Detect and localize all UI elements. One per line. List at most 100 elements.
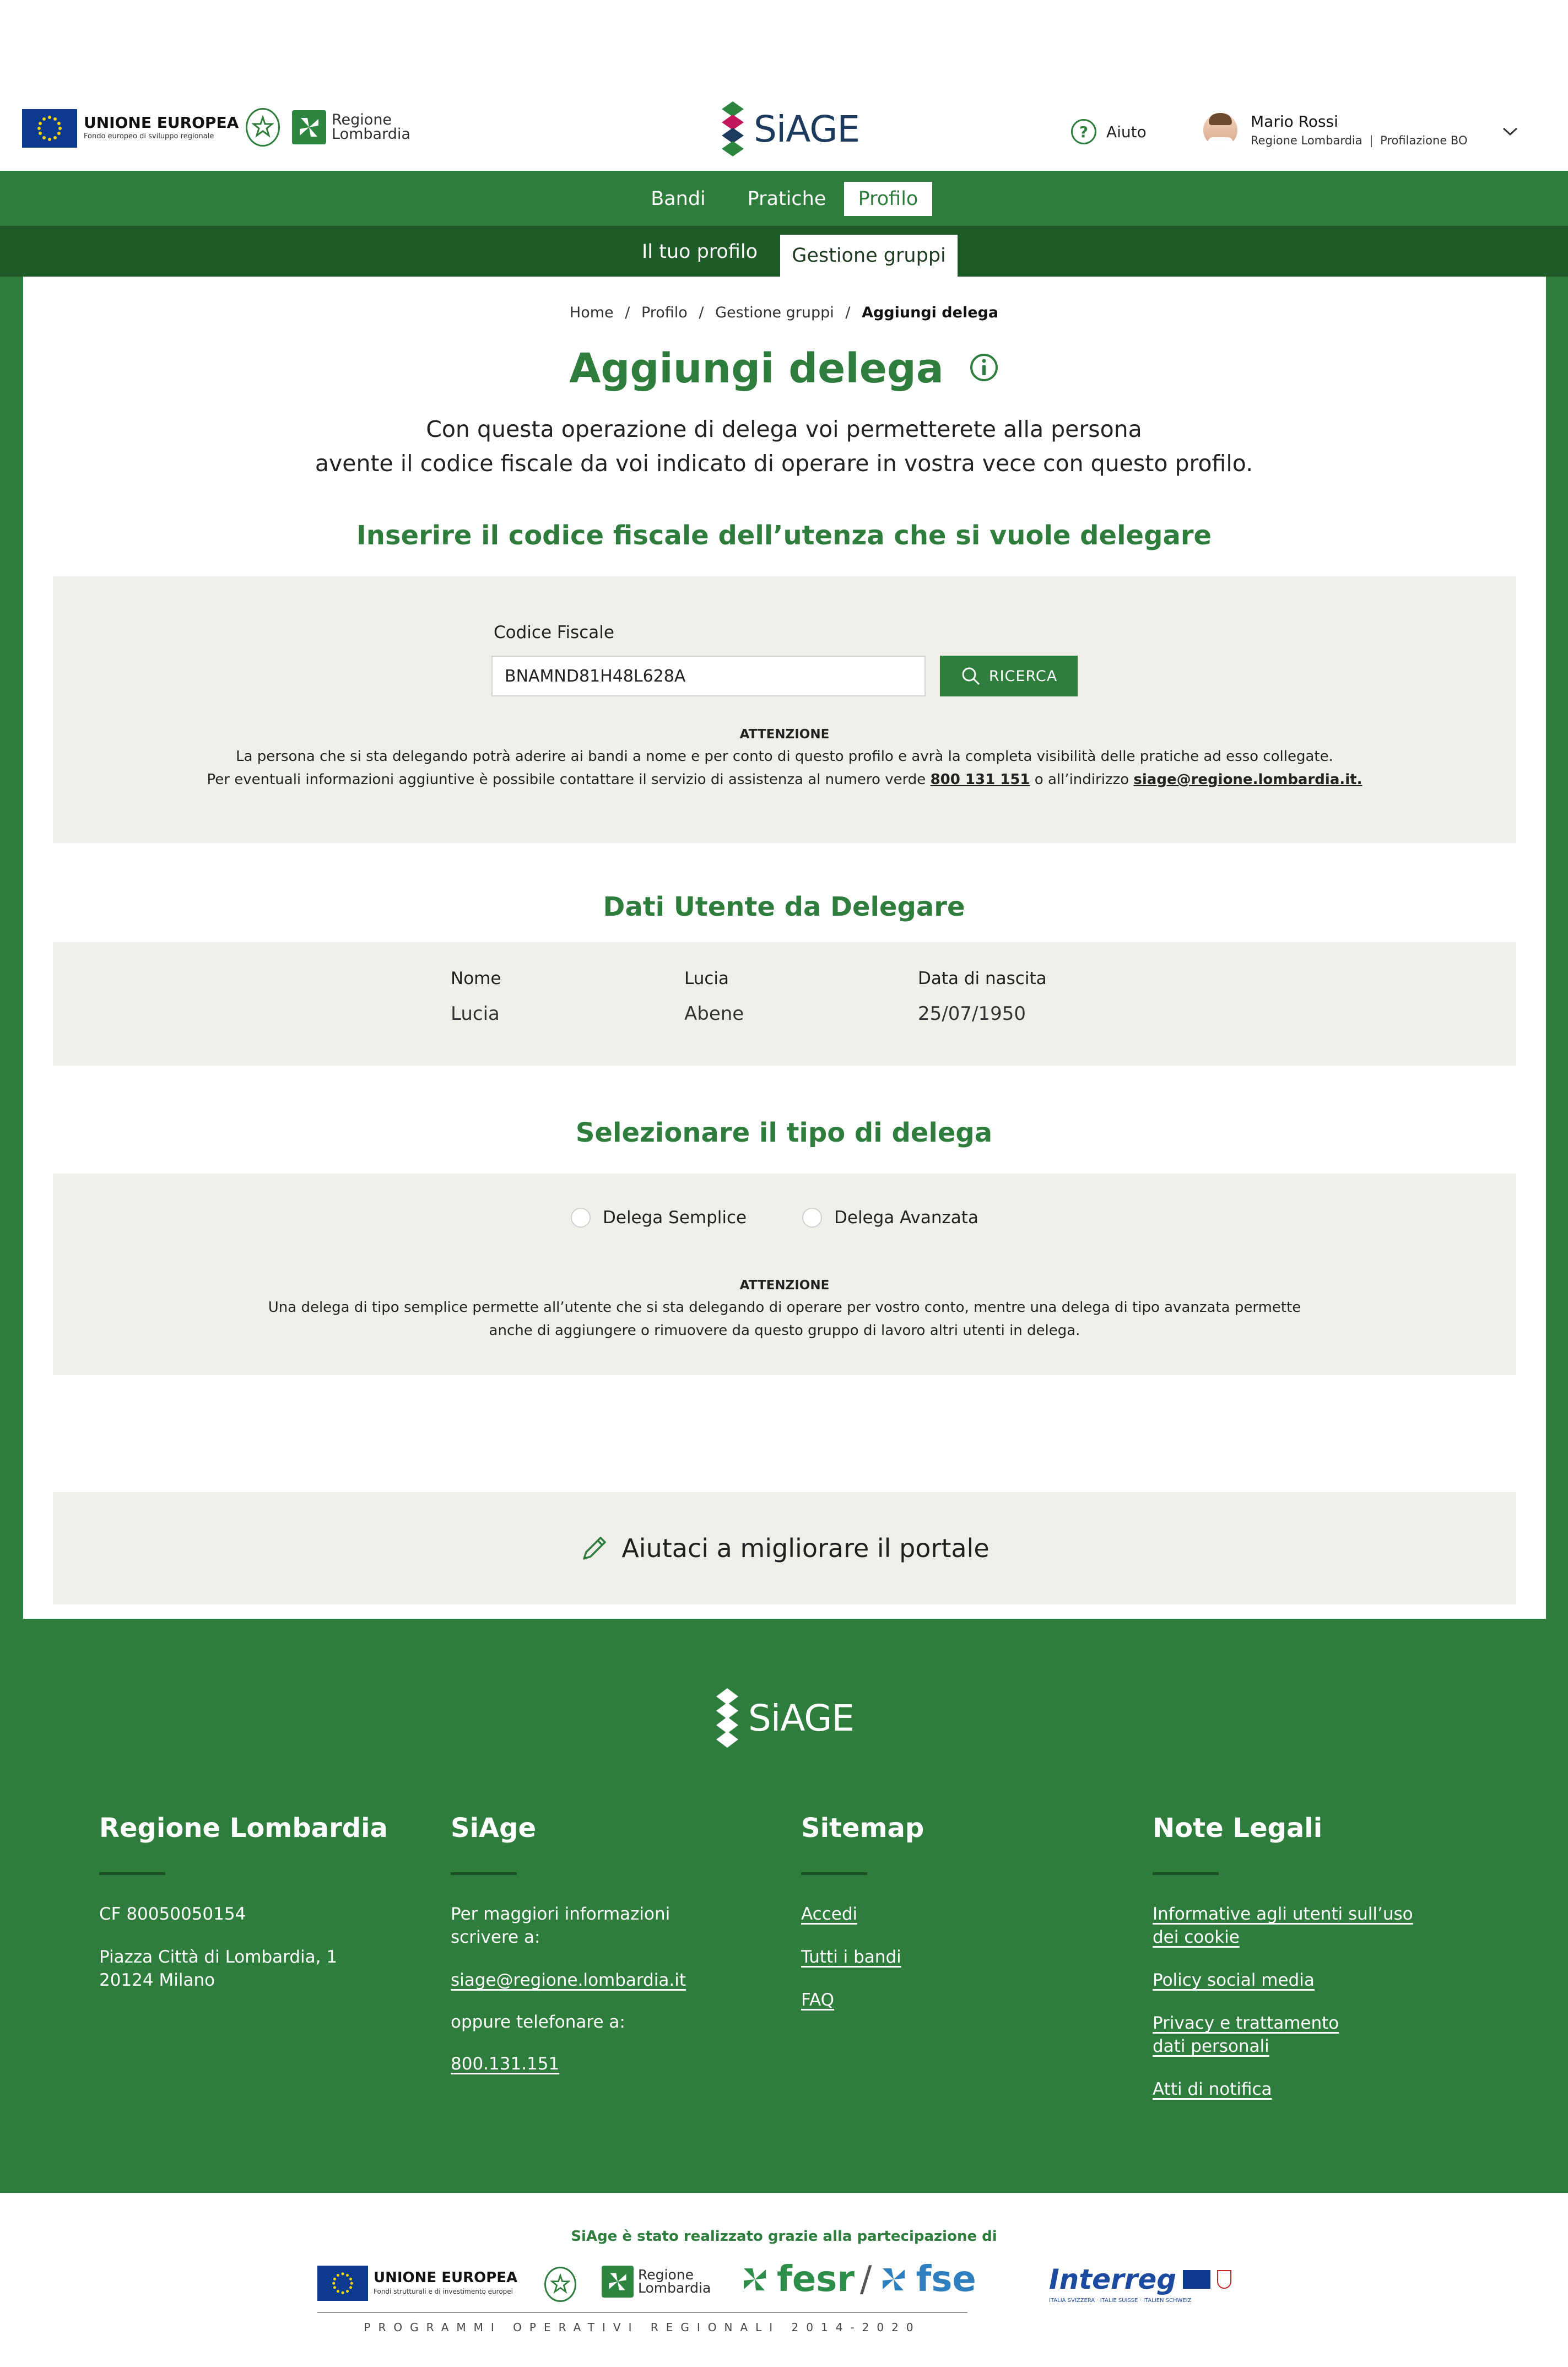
- radio-delega-semplice[interactable]: [571, 1208, 591, 1228]
- siage-logo[interactable]: SiAGE: [720, 101, 860, 156]
- shield-icon: [1217, 2270, 1232, 2289]
- footer-brand: SiAGE: [748, 1696, 855, 1739]
- footer-address1: Piazza Città di Lombardia, 1: [99, 1947, 338, 1967]
- footer-divider: [1153, 1872, 1219, 1875]
- frame-bottom: [0, 1619, 1568, 1642]
- breadcrumb-gestione[interactable]: Gestione gruppi: [715, 304, 834, 321]
- nav-bandi[interactable]: Bandi: [637, 182, 720, 216]
- footer-link-cookie-1[interactable]: Informative agli utenti sull’uso: [1153, 1903, 1461, 1926]
- footer-link-privacy-2[interactable]: dati personali: [1153, 2035, 1461, 2058]
- eu-flag-icon: [22, 109, 77, 148]
- fesr-slash: /: [859, 2259, 872, 2300]
- help-link[interactable]: ? Aiuto: [1071, 119, 1147, 144]
- breadcrumb: Home / Profilo / Gestione gruppi / Aggiu…: [569, 304, 999, 321]
- user-menu[interactable]: Mario Rossi Regione Lombardia | Profilaz…: [1203, 112, 1468, 147]
- search-section-title: Inserire il codice fiscale dell’utenza c…: [356, 520, 1212, 551]
- user-col1-label: Nome: [451, 969, 501, 988]
- assistance-email-link[interactable]: siage@regione.lombardia.it.: [1133, 771, 1362, 788]
- page-title: Aggiungi delega: [569, 345, 944, 392]
- attention-line2: Per eventuali informazioni aggiuntive è …: [53, 768, 1516, 791]
- breadcrumb-profilo[interactable]: Profilo: [641, 304, 688, 321]
- fesr-label: fesr: [777, 2259, 855, 2300]
- footer-info1b: scrivere a:: [451, 1927, 540, 1947]
- option-delega-avanzata[interactable]: Delega Avanzata: [802, 1208, 978, 1228]
- footer-divider: [451, 1872, 517, 1875]
- interreg-label: Interreg: [1049, 2263, 1177, 2295]
- partner-regione-logo: Regione Lombardia: [602, 2266, 711, 2298]
- footer-link-accedi[interactable]: Accedi: [801, 1903, 1110, 1926]
- user-section-title: Dati Utente da Delegare: [603, 891, 965, 922]
- footer-link-notifica[interactable]: Atti di notifica: [1153, 2078, 1461, 2101]
- avatar: [1203, 112, 1237, 147]
- partner-eu-title: UNIONE EUROPEA: [374, 2269, 518, 2286]
- nav-pratiche[interactable]: Pratiche: [733, 182, 841, 216]
- eu-subtitle: Fondo europeo di sviluppo regionale: [84, 132, 214, 140]
- fesr-fse-logo: fesr / fse: [738, 2259, 976, 2300]
- tab-il-tuo-profilo[interactable]: Il tuo profilo: [628, 233, 771, 271]
- user-data-panel: Nome Lucia Lucia Abene Data di nascita 2…: [53, 942, 1516, 1066]
- ricerca-label: RICERCA: [988, 667, 1058, 685]
- tab-gestione-gruppi[interactable]: Gestione gruppi: [780, 235, 958, 277]
- footer-col2-title: SiAge: [451, 1813, 537, 1844]
- feedback-banner[interactable]: Aiutaci a migliorare il portale: [53, 1492, 1516, 1604]
- italian-republic-emblem-icon: [246, 108, 280, 147]
- eu-title: UNIONE EUROPEA: [84, 114, 239, 132]
- footer-siage-logo: SiAGE: [714, 1688, 855, 1748]
- attention-line2-pre: Per eventuali informazioni aggiuntive è …: [207, 771, 926, 788]
- footer-col3-title: Sitemap: [801, 1813, 924, 1844]
- user-org: Regione Lombardia: [1251, 134, 1362, 147]
- footer-info2: oppure telefonare a:: [451, 2012, 625, 2032]
- siage-logo-icon: [722, 101, 744, 156]
- footer-link-cookie-2[interactable]: dei cookie: [1153, 1926, 1461, 1949]
- top-header: UNIONE EUROPEA Fondo europeo di sviluppo…: [0, 83, 1568, 171]
- footer-link-bandi[interactable]: Tutti i bandi: [801, 1946, 1110, 1969]
- option-delega-semplice-label: Delega Semplice: [603, 1208, 747, 1228]
- user-col3-label: Data di nascita: [918, 969, 1047, 988]
- interreg-logo: Interreg ITALIA SVIZZERA · ITALIE SUISSE…: [1049, 2263, 1232, 2304]
- option-delega-semplice[interactable]: Delega Semplice: [571, 1208, 747, 1228]
- footer-link-privacy-1[interactable]: Privacy e trattamento: [1153, 2012, 1461, 2035]
- sub-nav: Il tuo profilo Gestione gruppi: [0, 226, 1568, 277]
- page-intro: Con questa operazione di delega voi perm…: [0, 412, 1568, 480]
- nav-profilo[interactable]: Profilo: [844, 182, 932, 216]
- type-attention-line2: anche di aggiungere o rimuovere da quest…: [489, 1322, 1080, 1339]
- siage-footer-icon: [716, 1688, 738, 1748]
- radio-delega-avanzata[interactable]: [802, 1208, 822, 1228]
- footer-phone-link[interactable]: 800.131.151: [451, 2052, 759, 2076]
- chevron-down-icon[interactable]: [1502, 127, 1518, 139]
- footer-link-faq[interactable]: FAQ: [801, 1988, 1110, 2012]
- breadcrumb-home[interactable]: Home: [570, 304, 614, 321]
- footer-link-social[interactable]: Policy social media: [1153, 1969, 1461, 1992]
- intro-line1: Con questa operazione di delega voi perm…: [426, 416, 1142, 442]
- brand-name: SiAGE: [754, 107, 860, 150]
- feedback-label: Aiutaci a migliorare il portale: [621, 1533, 990, 1563]
- fse-icon: [883, 2268, 905, 2290]
- search-panel: Codice Fiscale BNAMND81H48L628A RICERCA …: [53, 576, 1516, 843]
- footer-cf: CF 80050050154: [99, 1904, 246, 1924]
- footer-col1-title: Regione Lombardia: [99, 1813, 388, 1844]
- eu-logo: UNIONE EUROPEA Fondo europeo di sviluppo…: [22, 109, 239, 148]
- footer-col-sitemap: Sitemap Accedi Tutti i bandi FAQ: [801, 1813, 1110, 2012]
- attention-line2-mid: o all’indirizzo: [1034, 771, 1129, 788]
- footer-col4-title: Note Legali: [1153, 1813, 1323, 1844]
- codice-fiscale-label: Codice Fiscale: [494, 623, 614, 642]
- region-line2: Lombardia: [332, 126, 410, 143]
- programmes-divider: [317, 2312, 967, 2313]
- footer: SiAGE Regione Lombardia CF 80050050154 P…: [0, 1642, 1568, 2193]
- regione-lombardia-icon: [292, 110, 326, 144]
- footer-email-link[interactable]: siage@regione.lombardia.it: [451, 1969, 759, 1992]
- eu-flag-icon: [1183, 2270, 1211, 2289]
- type-section-title: Selezionare il tipo di delega: [575, 1117, 993, 1148]
- footer-col-legal: Note Legali Informative agli utenti sull…: [1153, 1813, 1461, 2101]
- partner-eu-logo: UNIONE EUROPEA Fondi strutturali e di in…: [317, 2266, 517, 2301]
- assistance-phone-link[interactable]: 800 131 151: [931, 771, 1030, 788]
- user-profile: Profilazione BO: [1380, 134, 1468, 147]
- user-name: Mario Rossi: [1251, 112, 1338, 131]
- frame-right: [1546, 277, 1568, 1642]
- intro-line2: avente il codice fiscale da voi indicato…: [315, 450, 1253, 477]
- info-icon[interactable]: [969, 353, 999, 385]
- ricerca-button[interactable]: RICERCA: [940, 656, 1078, 696]
- codice-fiscale-input[interactable]: BNAMND81H48L628A: [491, 656, 926, 696]
- user-col2-value: Abene: [684, 1003, 744, 1025]
- main-nav: Bandi Pratiche Profilo: [0, 171, 1568, 226]
